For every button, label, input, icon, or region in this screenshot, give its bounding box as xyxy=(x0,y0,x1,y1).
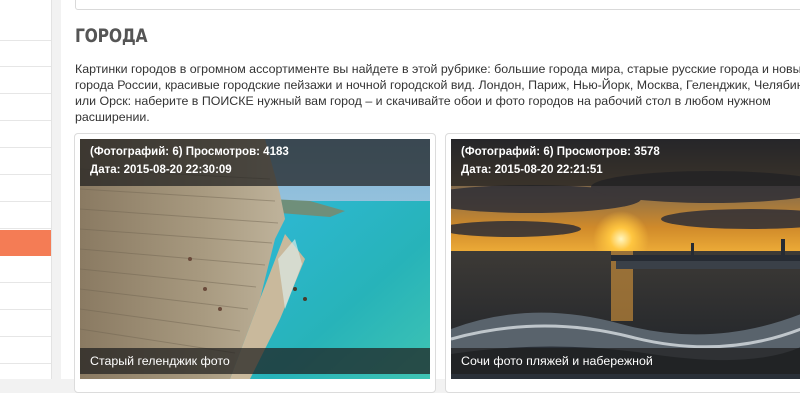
sidebar-item[interactable] xyxy=(0,176,51,202)
sidebar-item[interactable] xyxy=(0,284,51,310)
sidebar-item[interactable] xyxy=(0,149,51,175)
sidebar-item[interactable] xyxy=(0,257,51,283)
sidebar-item[interactable] xyxy=(0,41,51,67)
card-photo-count-views: (Фотографий: 6) Просмотров: 4183 xyxy=(90,146,289,158)
gallery-card[interactable]: (Фотографий: 6) Просмотров: 3578 Дата: 2… xyxy=(445,133,800,393)
sidebar-item[interactable] xyxy=(0,203,51,229)
card-meta-overlay: (Фотографий: 6) Просмотров: 3578 Дата: 2… xyxy=(451,139,800,186)
card-caption-overlay[interactable]: Старый геленджик фото xyxy=(80,348,430,374)
sidebar-item[interactable] xyxy=(0,15,51,41)
sidebar-item-active[interactable] xyxy=(0,230,51,256)
sidebar-item[interactable] xyxy=(0,95,51,121)
category-description: Картинки городов в огромном ассортименте… xyxy=(75,62,800,124)
card-photo-gelendzhik[interactable]: (Фотографий: 6) Просмотров: 4183 Дата: 2… xyxy=(80,139,430,379)
main-content: ГОРОДА Картинки городов в огромном ассор… xyxy=(61,0,800,393)
sidebar-item[interactable] xyxy=(0,122,51,148)
page-title: ГОРОДА xyxy=(75,25,148,47)
sidebar-item[interactable] xyxy=(0,311,51,337)
card-title[interactable]: Сочи фото пляжей и набережной xyxy=(461,354,653,368)
card-meta-overlay: (Фотографий: 6) Просмотров: 4183 Дата: 2… xyxy=(80,139,430,186)
sidebar-item[interactable] xyxy=(0,338,51,364)
card-title[interactable]: Старый геленджик фото xyxy=(90,354,230,368)
card-photo-sochi[interactable]: (Фотографий: 6) Просмотров: 3578 Дата: 2… xyxy=(451,139,800,379)
card-caption-overlay[interactable]: Сочи фото пляжей и набережной xyxy=(451,348,800,374)
sidebar-item[interactable] xyxy=(0,68,51,94)
card-date: Дата: 2015-08-20 22:21:51 xyxy=(461,164,603,176)
gallery-card[interactable]: (Фотографий: 6) Просмотров: 4183 Дата: 2… xyxy=(74,133,436,393)
sidebar xyxy=(0,0,52,379)
card-date: Дата: 2015-08-20 22:30:09 xyxy=(90,164,232,176)
search-input[interactable] xyxy=(75,0,800,10)
card-photo-count-views: (Фотографий: 6) Просмотров: 3578 xyxy=(461,146,660,158)
